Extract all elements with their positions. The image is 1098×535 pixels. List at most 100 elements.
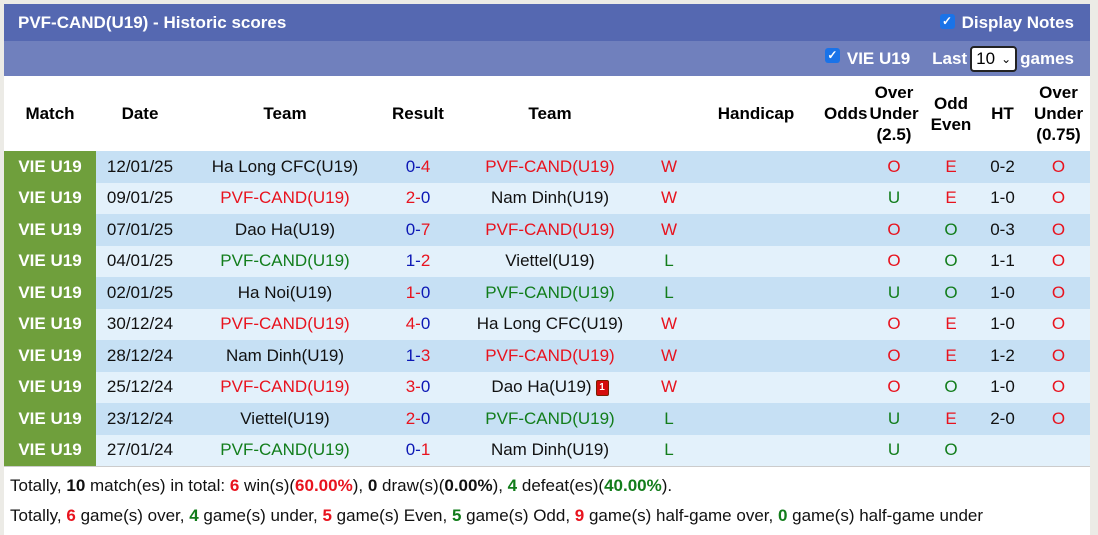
away-team-cell[interactable]: PVF-CAND(U19): [450, 340, 650, 372]
home-team-cell[interactable]: Ha Noi(U19): [184, 277, 386, 309]
over-under-075-cell: O: [1027, 245, 1090, 277]
summary-segment: draw(s)(: [377, 476, 445, 495]
home-team-cell[interactable]: Dao Ha(U19): [184, 214, 386, 246]
col-odd-even: Odd Even: [930, 93, 972, 134]
home-team-cell[interactable]: Nam Dinh(U19): [184, 340, 386, 372]
table-row[interactable]: VIE U19 28/12/24 Nam Dinh(U19) 1-3 PVF-CAND(…: [4, 340, 1090, 372]
odd-even-cell: O: [924, 434, 978, 466]
summary-segment: 0: [777, 506, 788, 525]
result-cell[interactable]: 1-3: [386, 340, 450, 372]
result-cell[interactable]: 0-7: [386, 214, 450, 246]
result-cell[interactable]: 2-0: [386, 403, 450, 435]
away-team-cell[interactable]: PVF-CAND(U19): [450, 214, 650, 246]
over-under-075-cell: O: [1027, 340, 1090, 372]
display-notes-toggle[interactable]: ✓ Display Notes: [939, 13, 1074, 33]
handicap-cell: [688, 182, 824, 214]
result-cell[interactable]: 0-1: [386, 434, 450, 466]
date-cell: 04/01/25: [96, 245, 184, 277]
summary-segment: ),: [492, 476, 508, 495]
col-home-team: Team: [263, 104, 307, 123]
league-cell[interactable]: VIE U19: [4, 340, 96, 372]
col-result: Result: [392, 104, 444, 123]
table-row[interactable]: VIE U19 12/01/25 Ha Long CFC(U19) 0-4 PVF-CA…: [4, 151, 1090, 183]
away-team-cell[interactable]: PVF-CAND(U19): [450, 403, 650, 435]
col-date: Date: [121, 104, 159, 123]
table-row[interactable]: VIE U19 25/12/24 PVF-CAND(U19) 3-0 Dao Ha(U1…: [4, 371, 1090, 403]
league-cell[interactable]: VIE U19: [4, 403, 96, 435]
home-team-cell[interactable]: PVF-CAND(U19): [184, 434, 386, 466]
result-cell[interactable]: 2-0: [386, 182, 450, 214]
over-under-cell: U: [864, 434, 924, 466]
home-team-cell[interactable]: Viettel(U19): [184, 403, 386, 435]
table-header-row: Match Date Team Result Team Handicap Odd…: [4, 76, 1090, 151]
league-cell[interactable]: VIE U19: [4, 308, 96, 340]
odd-even-cell: E: [924, 340, 978, 372]
away-team-name: Viettel(U19): [505, 251, 595, 271]
result-cell[interactable]: 3-0: [386, 371, 450, 403]
league-cell[interactable]: VIE U19: [4, 371, 96, 403]
result-cell[interactable]: 1-0: [386, 277, 450, 309]
result-cell[interactable]: 0-4: [386, 151, 450, 183]
away-score: 7: [420, 219, 431, 239]
ht-score-cell: 1-0: [978, 371, 1027, 403]
away-team-name: Dao Ha(U19): [491, 376, 592, 396]
table-row[interactable]: VIE U19 27/01/24 PVF-CAND(U19) 0-1 Nam Dinh(…: [4, 434, 1090, 466]
summary-segment: defeat(es)(: [517, 476, 605, 495]
handicap-cell: [688, 308, 824, 340]
away-team-cell[interactable]: PVF-CAND(U19): [450, 277, 650, 309]
table-row[interactable]: VIE U19 02/01/25 Ha Noi(U19) 1-0 PVF-CAND(U1…: [4, 277, 1090, 309]
date-cell: 12/01/25: [96, 151, 184, 183]
away-team-cell[interactable]: Ha Long CFC(U19): [450, 308, 650, 340]
over-under-075-cell: O: [1027, 182, 1090, 214]
home-team-cell[interactable]: PVF-CAND(U19): [184, 182, 386, 214]
table-row[interactable]: VIE U19 07/01/25 Dao Ha(U19) 0-7 PVF-CAND(U1…: [4, 214, 1090, 246]
home-score: 1: [405, 345, 416, 365]
table-row[interactable]: VIE U19 23/12/24 Viettel(U19) 2-0 PVF-CAND(U…: [4, 403, 1090, 435]
league-cell[interactable]: VIE U19: [4, 434, 96, 466]
ht-score-cell: 1-0: [978, 277, 1027, 309]
away-team-cell[interactable]: Dao Ha(U19) 1: [450, 371, 650, 403]
league-cell[interactable]: VIE U19: [4, 214, 96, 246]
away-score: 0: [420, 314, 431, 334]
summary-segment: 10: [66, 476, 86, 495]
over-under-cell: U: [864, 403, 924, 435]
over-under-cell: O: [864, 308, 924, 340]
table-row[interactable]: VIE U19 09/01/25 PVF-CAND(U19) 2-0 Nam Dinh(…: [4, 182, 1090, 214]
home-score: 1: [405, 251, 416, 271]
ht-score-cell: [978, 434, 1027, 466]
away-team-cell[interactable]: Nam Dinh(U19): [450, 434, 650, 466]
table-row[interactable]: VIE U19 30/12/24 PVF-CAND(U19) 4-0 Ha Long C…: [4, 308, 1090, 340]
home-team-cell[interactable]: Ha Long CFC(U19): [184, 151, 386, 183]
summary-segment: 4: [189, 506, 199, 525]
away-team-cell[interactable]: Viettel(U19): [450, 245, 650, 277]
away-score: 0: [420, 188, 431, 208]
home-score: 3: [405, 377, 416, 397]
league-cell[interactable]: VIE U19: [4, 245, 96, 277]
games-count-select[interactable]: 10 ⌄: [970, 45, 1018, 72]
away-team-cell[interactable]: Nam Dinh(U19): [450, 182, 650, 214]
display-notes-checkbox[interactable]: ✓: [939, 13, 955, 29]
over-under-075-cell: O: [1027, 371, 1090, 403]
summary: Totally, 10 match(es) in total: 6 win(s)…: [4, 466, 1090, 535]
odds-cell: [824, 245, 864, 277]
odds-cell: [824, 214, 864, 246]
outcome-cell: W: [650, 214, 688, 246]
summary-segment: ).: [661, 476, 673, 495]
over-under-075-cell: O: [1027, 151, 1090, 183]
league-filter-checkbox[interactable]: ✓: [824, 48, 840, 63]
league-cell[interactable]: VIE U19: [4, 182, 96, 214]
league-cell[interactable]: VIE U19: [4, 151, 96, 183]
league-cell[interactable]: VIE U19: [4, 277, 96, 309]
date-cell: 07/01/25: [96, 214, 184, 246]
odds-cell: [824, 434, 864, 466]
home-team-cell[interactable]: PVF-CAND(U19): [184, 371, 386, 403]
handicap-cell: [688, 340, 824, 372]
away-team-cell[interactable]: PVF-CAND(U19): [450, 151, 650, 183]
home-team-cell[interactable]: PVF-CAND(U19): [184, 308, 386, 340]
table-row[interactable]: VIE U19 04/01/25 PVF-CAND(U19) 1-2 Viettel(U…: [4, 245, 1090, 277]
result-cell[interactable]: 1-2: [386, 245, 450, 277]
home-team-cell[interactable]: PVF-CAND(U19): [184, 245, 386, 277]
result-cell[interactable]: 4-0: [386, 308, 450, 340]
home-score: 1: [405, 282, 416, 302]
ht-score-cell: 0-2: [978, 151, 1027, 183]
